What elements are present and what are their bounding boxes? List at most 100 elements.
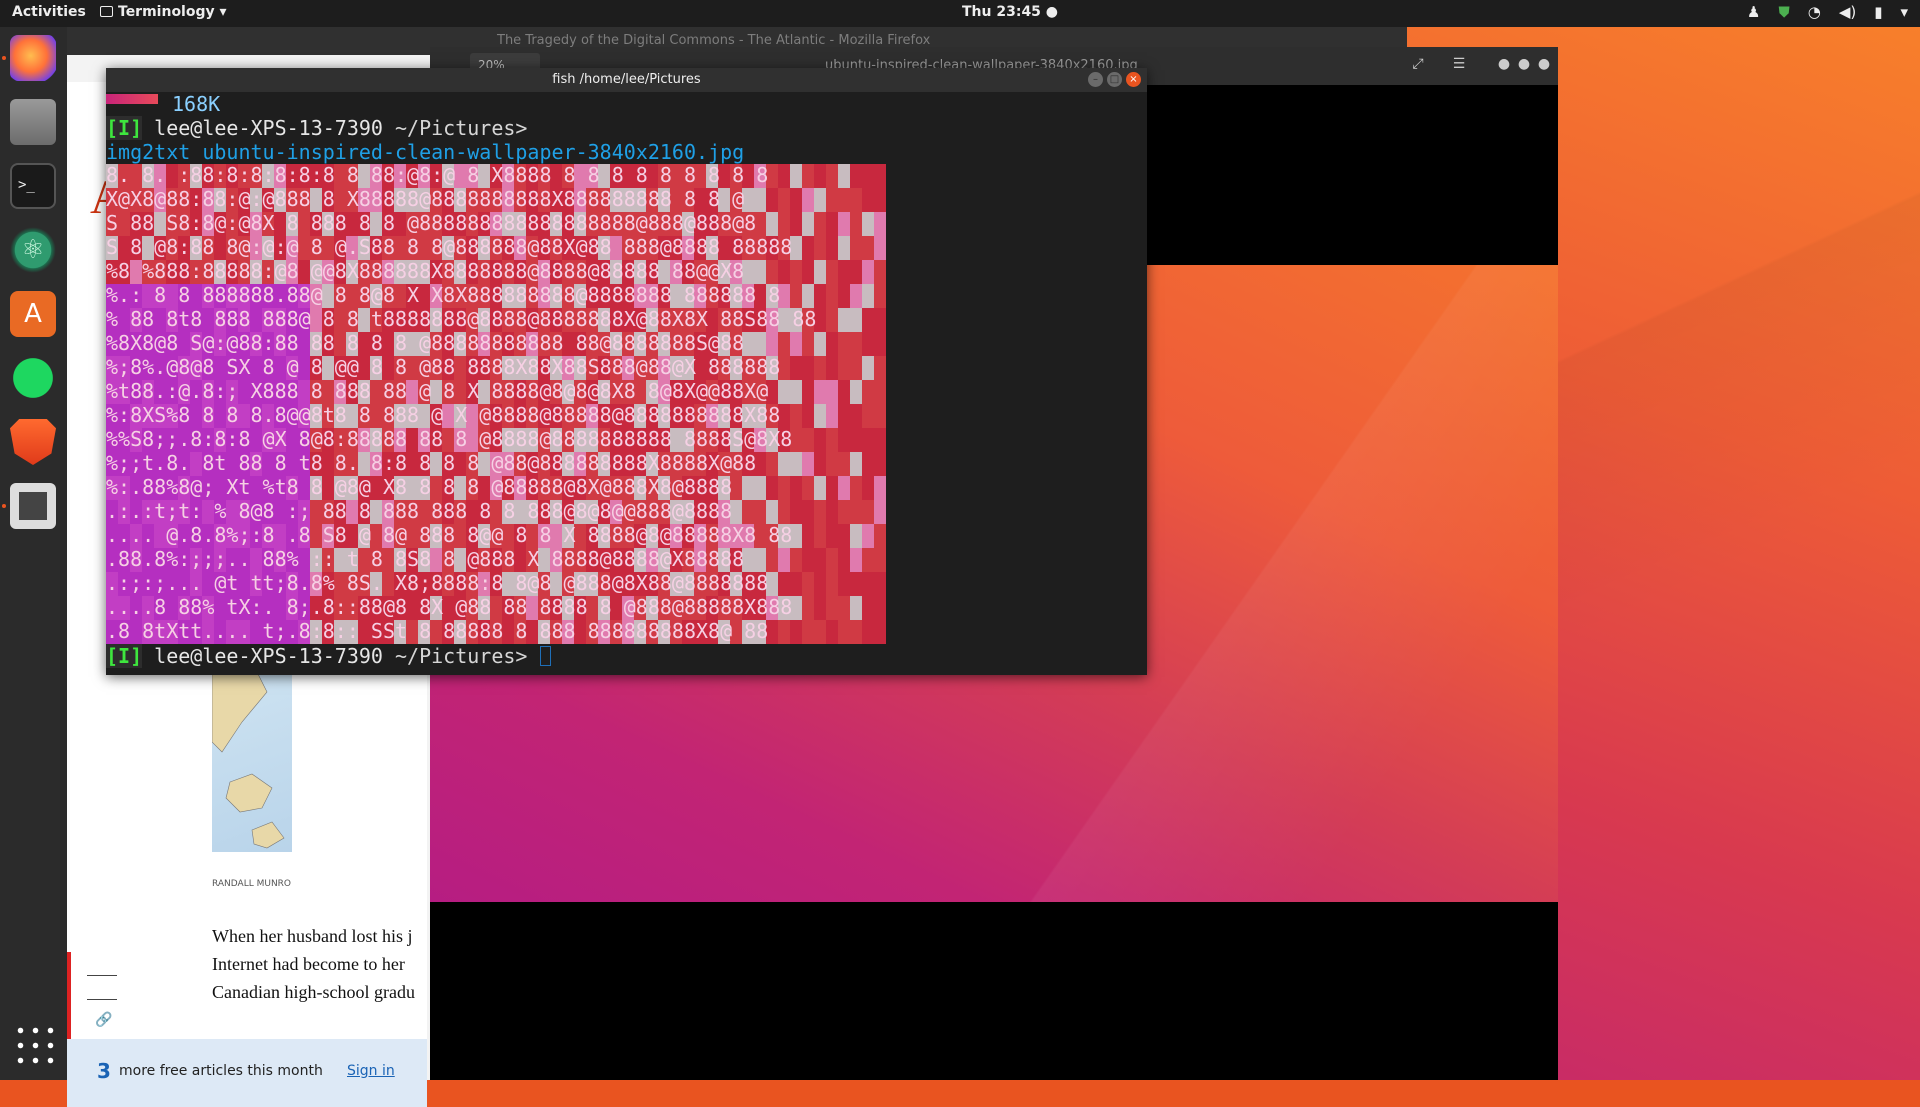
ascii-cell	[838, 476, 850, 500]
prompt-symbol: >	[515, 116, 528, 140]
ascii-cell	[802, 188, 814, 212]
link-icon[interactable]: 🔗	[95, 1012, 112, 1028]
ascii-cell	[814, 428, 826, 452]
ascii-cell	[850, 260, 862, 284]
ascii-cell	[790, 356, 802, 380]
command-line: img2txt ubuntu-inspired-clean-wallpaper-…	[106, 140, 744, 164]
activities-button[interactable]: Activities	[12, 4, 86, 20]
ascii-cell	[814, 164, 826, 188]
ascii-cell	[874, 284, 886, 308]
ascii-cell	[778, 188, 790, 212]
software-icon[interactable]: A	[10, 291, 56, 337]
ascii-cell	[778, 332, 790, 356]
share-divider	[87, 999, 117, 1000]
ascii-art-row: %8 %888:88888:@8 @@8X888888X8888888@8888…	[106, 259, 744, 283]
ascii-cell	[850, 500, 862, 524]
maximize-icon[interactable]: □	[1107, 72, 1122, 87]
accent-rule	[67, 952, 71, 1042]
app-grid-icon[interactable]	[13, 1023, 55, 1065]
ascii-cell	[850, 164, 862, 188]
clock[interactable]: Thu 23:45 ●	[962, 4, 1058, 20]
ascii-cell	[838, 284, 850, 308]
battery-icon[interactable]: ▮	[1874, 3, 1882, 21]
ascii-cell	[850, 308, 862, 332]
user-icon[interactable]: ♟	[1747, 3, 1760, 21]
ascii-cell	[874, 500, 886, 524]
menu-icon[interactable]: ☰	[1448, 56, 1470, 78]
sign-in-link[interactable]: Sign in	[347, 1063, 395, 1079]
ascii-cell	[802, 476, 814, 500]
ascii-cell	[766, 332, 778, 356]
image-preview-strip	[106, 94, 158, 104]
ascii-cell	[814, 332, 826, 356]
ascii-cell	[826, 380, 838, 404]
firefox-icon[interactable]	[10, 35, 56, 81]
brave-icon[interactable]	[10, 419, 56, 465]
system-tray[interactable]: ♟ ⛊ ◔ ◀) ▮ ▾	[1747, 3, 1908, 21]
ascii-art-row: %.: 8 8 888888.88@ 8 8@8 X X8X888888888@…	[106, 283, 780, 307]
terminal-titlebar[interactable]: fish /home/lee/Pictures – □ ×	[106, 68, 1147, 92]
ascii-cell	[766, 500, 778, 524]
ascii-cell	[838, 308, 850, 332]
ascii-cell	[862, 332, 874, 356]
ascii-cell	[838, 452, 850, 476]
ascii-art-row: 8. 8. :88:8:8:8:8:8 8 88:@8:@ 8 X8888 8 …	[106, 164, 768, 187]
atom-icon[interactable]: ⚛	[10, 227, 56, 273]
ascii-cell	[850, 524, 862, 548]
ascii-cell	[802, 212, 814, 236]
ascii-cell	[790, 620, 802, 644]
chevron-down-icon[interactable]: ▾	[1900, 3, 1908, 21]
ascii-cell	[766, 260, 778, 284]
ascii-cell	[826, 284, 838, 308]
ascii-cell	[838, 548, 850, 572]
ascii-cell	[778, 212, 790, 236]
firefox-title: The Tragedy of the Digital Commons - The…	[497, 33, 931, 48]
ascii-cell	[838, 572, 850, 596]
active-indicator	[2, 504, 6, 508]
ascii-cell	[874, 188, 886, 212]
size-output: 168K	[172, 92, 220, 116]
ascii-cell	[814, 260, 826, 284]
ascii-cell	[742, 476, 754, 500]
ascii-cell	[850, 548, 862, 572]
ascii-cell	[754, 500, 766, 524]
ascii-cell	[850, 404, 862, 428]
ascii-cell	[874, 572, 886, 596]
terminology-icon[interactable]	[10, 483, 56, 529]
ascii-cell	[862, 188, 874, 212]
ascii-cell	[814, 284, 826, 308]
ascii-cell	[814, 548, 826, 572]
minimize-icon[interactable]: ●	[1493, 56, 1515, 78]
ascii-cell	[826, 452, 838, 476]
app-menu[interactable]: Terminology ▾	[100, 4, 227, 20]
ascii-cell	[826, 332, 838, 356]
files-icon[interactable]	[10, 99, 56, 145]
ascii-art-row: % 88 8t8 888 888@ 8 8 t8888888@8888@8888…	[106, 307, 816, 331]
volume-icon[interactable]: ◀)	[1839, 3, 1856, 21]
shield-icon[interactable]: ⛊	[1778, 3, 1789, 21]
ascii-cell	[802, 572, 814, 596]
ascii-art-row: %t88.:@.8:; X888 8 888 88 @ 8 X 8888@8@8…	[106, 379, 768, 403]
maximize-icon[interactable]: ●	[1513, 56, 1535, 78]
ascii-cell	[766, 452, 778, 476]
article-map-image	[212, 662, 292, 852]
ascii-cell	[874, 380, 886, 404]
close-icon[interactable]: ×	[1126, 72, 1141, 87]
ascii-cell	[802, 404, 814, 428]
minimize-icon[interactable]: –	[1088, 72, 1103, 87]
terminal-body[interactable]: 168K [I] lee@lee-XPS-13-7390 ~/Pictures>…	[106, 92, 1147, 675]
window-controls: – □ ×	[1088, 72, 1141, 87]
wifi-icon[interactable]: ◔	[1808, 3, 1821, 21]
ascii-cell	[790, 164, 802, 188]
ascii-cell	[766, 212, 778, 236]
spotify-icon[interactable]	[10, 355, 56, 401]
ascii-cell	[862, 284, 874, 308]
terminal-icon[interactable]: >_	[10, 163, 56, 209]
ascii-cell	[814, 212, 826, 236]
fullscreen-icon[interactable]: ⤢	[1407, 56, 1429, 78]
ascii-cell	[874, 308, 886, 332]
close-icon[interactable]: ●	[1533, 56, 1555, 78]
ascii-cell	[826, 236, 838, 260]
ascii-cell	[802, 620, 814, 644]
dock: >_ ⚛ A	[0, 27, 67, 1080]
